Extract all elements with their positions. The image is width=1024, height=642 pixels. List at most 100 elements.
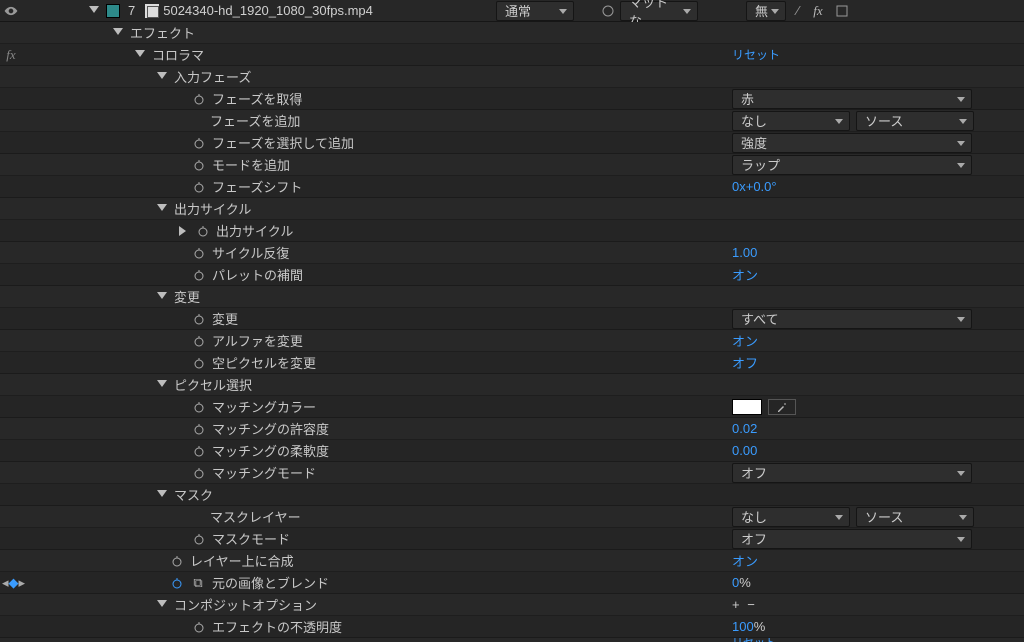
twirl-open-icon[interactable]	[156, 489, 168, 501]
group-mask[interactable]: マスク	[174, 485, 213, 504]
layer-twirl-icon[interactable]	[88, 5, 100, 17]
twirl-open-icon[interactable]	[156, 71, 168, 83]
layer-color-swatch[interactable]	[106, 4, 120, 18]
group-compositing-options[interactable]: コンポジットオプション	[174, 595, 317, 614]
stopwatch-icon[interactable]	[192, 444, 206, 458]
prop-add-mode[interactable]: モードを追加	[212, 155, 290, 174]
prop-matching-tolerance[interactable]: マッチングの許容度	[212, 419, 329, 438]
motion-blur-icon[interactable]	[834, 3, 850, 19]
val-blend-with-original[interactable]: 0%	[732, 575, 751, 590]
prop-select-add-phase[interactable]: フェーズを選択して追加	[212, 133, 354, 152]
keyframe-navigator[interactable]: ◂ ◆ ▸	[2, 575, 25, 591]
add-mode-dropdown[interactable]: ラップ	[732, 155, 972, 175]
prop-get-phase[interactable]: フェーズを取得	[212, 89, 302, 108]
expression-language-icon[interactable]: ⧉	[190, 575, 206, 591]
reset-link[interactable]: リセット	[732, 46, 780, 63]
val-matching-softness[interactable]: 0.00	[732, 443, 757, 458]
select-add-phase-dropdown[interactable]: 強度	[732, 133, 972, 153]
fx-enable-icon[interactable]: fx	[0, 47, 22, 63]
prop-cycle-repeat[interactable]: サイクル反復	[212, 243, 289, 262]
prop-effect-opacity[interactable]: エフェクトの不透明度	[212, 617, 342, 636]
reset-link[interactable]: リセット	[732, 638, 776, 642]
prop-matching-mode[interactable]: マッチングモード	[212, 463, 316, 482]
val-cycle-repeat[interactable]: 1.00	[732, 245, 757, 260]
val-empty-pixel-modify[interactable]: オフ	[732, 353, 758, 372]
val-alpha-modify[interactable]: オン	[732, 331, 758, 350]
add-phase-source-dropdown[interactable]: ソース	[856, 111, 974, 131]
mask-layer-source-dropdown[interactable]: ソース	[856, 507, 974, 527]
mask-mode-dropdown[interactable]: オフ	[732, 529, 972, 549]
effect-name-colorama[interactable]: コロラマ	[152, 45, 204, 64]
shy-toggle-icon[interactable]: ∕	[790, 3, 806, 19]
twirl-open-icon[interactable]	[112, 27, 124, 39]
val-phase-shift[interactable]: 0x+0.0°	[732, 179, 777, 194]
twirl-open-icon[interactable]	[134, 49, 146, 61]
prop-alpha-modify[interactable]: アルファを変更	[212, 331, 303, 350]
prop-mask-layer[interactable]: マスクレイヤー	[210, 507, 301, 526]
stopwatch-icon[interactable]	[192, 334, 206, 348]
blend-mode-dropdown[interactable]: 通常	[496, 1, 574, 21]
prop-composite-over-layer[interactable]: レイヤー上に合成	[190, 551, 294, 570]
prop-matching-color[interactable]: マッチングカラー	[212, 397, 316, 416]
prop-blend-with-original[interactable]: 元の画像とブレンド	[212, 573, 329, 592]
prop-empty-pixel-modify[interactable]: 空ピクセルを変更	[212, 353, 316, 372]
prop-matching-softness[interactable]: マッチングの柔軟度	[212, 441, 329, 460]
add-remove-mask-buttons[interactable]: + −	[732, 597, 757, 612]
twirl-open-icon[interactable]	[156, 203, 168, 215]
matching-mode-dropdown[interactable]: オフ	[732, 463, 972, 483]
get-phase-dropdown[interactable]: 赤	[732, 89, 972, 109]
twirl-open-icon[interactable]	[156, 379, 168, 391]
prop-palette-interp[interactable]: パレットの補間	[212, 265, 303, 284]
stopwatch-icon[interactable]	[192, 422, 206, 436]
stopwatch-icon[interactable]	[196, 224, 210, 238]
matte-toggle-icon[interactable]	[600, 3, 616, 19]
stopwatch-icon[interactable]	[192, 400, 206, 414]
eyedropper-icon[interactable]	[768, 399, 796, 415]
stopwatch-icon[interactable]	[192, 532, 206, 546]
stopwatch-icon[interactable]	[192, 136, 206, 150]
stopwatch-icon[interactable]	[192, 92, 206, 106]
video-file-icon	[145, 4, 159, 18]
val-composite-over-layer[interactable]: オン	[732, 551, 758, 570]
twirl-open-icon[interactable]	[156, 291, 168, 303]
layer-name[interactable]: 7 5024340-hd_1920_1080_30fps.mp4	[128, 3, 373, 18]
group-modify[interactable]: 変更	[174, 287, 200, 306]
prop-output-cycle[interactable]: 出力サイクル	[216, 221, 293, 240]
stopwatch-active-icon[interactable]	[170, 576, 184, 590]
group-input-phase[interactable]: 入力フェーズ	[174, 67, 251, 86]
stopwatch-icon[interactable]	[192, 620, 206, 634]
twirl-open-icon[interactable]	[156, 599, 168, 611]
track-matte-dropdown[interactable]: マットな	[620, 1, 698, 21]
val-palette-interp[interactable]: オン	[732, 265, 758, 284]
next-keyframe-icon[interactable]: ▸	[19, 575, 26, 591]
fx-toggle-icon[interactable]: fx	[810, 3, 826, 19]
stopwatch-icon[interactable]	[192, 466, 206, 480]
effects-group-label[interactable]: エフェクト	[130, 23, 195, 42]
modify-dropdown[interactable]: すべて	[732, 309, 972, 329]
prop-add-phase[interactable]: フェーズを追加	[210, 111, 300, 130]
prop-modify[interactable]: 変更	[212, 309, 238, 328]
keyframe-diamond-icon[interactable]: ◆	[9, 575, 19, 591]
prop-phase-shift[interactable]: フェーズシフト	[212, 177, 302, 196]
stopwatch-icon[interactable]	[192, 158, 206, 172]
parent-value: 無	[755, 1, 768, 20]
matching-color-swatch[interactable]	[732, 399, 762, 415]
stopwatch-icon[interactable]	[192, 246, 206, 260]
prop-mask-mode[interactable]: マスクモード	[212, 529, 290, 548]
stopwatch-icon[interactable]	[170, 554, 184, 568]
val-matching-tolerance[interactable]: 0.02	[732, 421, 757, 436]
stopwatch-icon[interactable]	[192, 312, 206, 326]
stopwatch-icon[interactable]	[192, 180, 206, 194]
visibility-eye-icon[interactable]	[0, 4, 22, 18]
stopwatch-icon[interactable]	[192, 356, 206, 370]
parent-dropdown[interactable]: 無	[746, 1, 786, 21]
blend-mode-value: 通常	[505, 1, 531, 20]
twirl-closed-icon[interactable]	[178, 225, 190, 237]
layer-number: 7	[128, 3, 135, 18]
stopwatch-icon[interactable]	[192, 268, 206, 282]
group-output-cycle[interactable]: 出力サイクル	[174, 199, 251, 218]
group-pixel-selection[interactable]: ピクセル選択	[174, 375, 252, 394]
add-phase-dropdown[interactable]: なし	[732, 111, 850, 131]
val-effect-opacity[interactable]: 100%	[732, 619, 765, 634]
mask-layer-dropdown[interactable]: なし	[732, 507, 850, 527]
